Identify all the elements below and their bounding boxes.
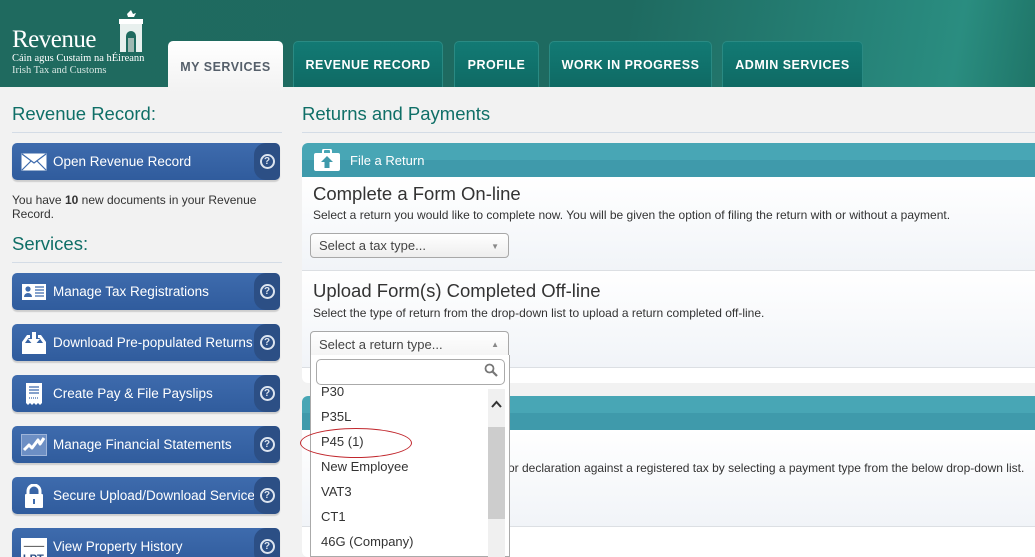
option-46g-company[interactable]: 46G (Company) xyxy=(321,534,413,549)
upload-offline-description: Select the type of return from the drop-… xyxy=(313,306,765,320)
button-label: Download Pre-populated Returns xyxy=(53,335,253,350)
tab-label: MY SERVICES xyxy=(180,60,271,74)
page-title: Returns and Payments xyxy=(302,103,491,124)
tax-type-select[interactable]: Select a tax type... ▼ xyxy=(310,233,509,258)
tab-revenue-record[interactable]: REVENUE RECORD xyxy=(293,41,443,87)
divider xyxy=(12,132,282,133)
divider xyxy=(302,132,1035,133)
question-icon: ? xyxy=(259,488,275,503)
id-card-icon xyxy=(21,281,47,303)
option-p30[interactable]: P30 xyxy=(321,385,344,399)
secure-upload-download-button[interactable]: Secure Upload/Download Service ? xyxy=(12,477,280,514)
button-label: Manage Financial Statements xyxy=(53,437,232,452)
complete-online-description: Select a return you would like to comple… xyxy=(313,208,951,222)
caret-up-icon: ▲ xyxy=(491,340,499,349)
dropdown-search-input[interactable] xyxy=(316,359,505,385)
tab-label: WORK IN PROGRESS xyxy=(561,57,700,72)
tab-label: PROFILE xyxy=(467,57,526,72)
documents-count: 10 xyxy=(64,193,79,207)
manage-tax-registrations-button[interactable]: Manage Tax Registrations ? xyxy=(12,273,280,310)
create-pay-file-payslips-button[interactable]: Create Pay & File Payslips ? xyxy=(12,375,280,412)
button-label: Manage Tax Registrations xyxy=(53,284,209,299)
button-label: Secure Upload/Download Service xyxy=(53,488,255,503)
chevron-up-icon[interactable] xyxy=(491,399,502,410)
briefcase-upload-icon xyxy=(314,148,340,171)
option-p35l[interactable]: P35L xyxy=(321,409,351,424)
button-label: View Property History xyxy=(53,539,183,554)
question-icon: ? xyxy=(259,386,275,401)
caret-down-icon: ▼ xyxy=(491,242,499,251)
brand-irish-subtitle: Cáin agus Custaim na hÉireann xyxy=(12,53,145,64)
tab-my-services[interactable]: MY SERVICES xyxy=(168,41,283,93)
tab-label: REVENUE RECORD xyxy=(305,57,431,72)
line-chart-icon xyxy=(21,433,47,456)
revenue-record-heading: Revenue Record: xyxy=(12,103,156,124)
p45-highlight-annotation xyxy=(300,428,412,458)
file-return-header[interactable]: File a Return xyxy=(302,143,1035,177)
question-icon: ? xyxy=(259,437,275,452)
svg-text:LPT: LPT xyxy=(23,553,44,557)
button-label: Create Pay & File Payslips xyxy=(53,386,213,401)
help-button[interactable]: ? xyxy=(254,324,280,361)
upload-offline-heading: Upload Form(s) Completed Off-line xyxy=(313,280,601,301)
new-documents-note: You have 10 new documents in your Revenu… xyxy=(12,193,277,221)
dropdown-scrollbar[interactable] xyxy=(488,389,505,557)
download-tray-icon xyxy=(21,331,47,354)
brand-english-subtitle: Irish Tax and Customs xyxy=(12,65,107,76)
manage-financial-statements-button[interactable]: Manage Financial Statements ? xyxy=(12,426,280,463)
envelope-icon xyxy=(21,151,47,173)
search-icon xyxy=(484,363,498,377)
tab-profile[interactable]: PROFILE xyxy=(454,41,539,87)
divider xyxy=(12,262,282,263)
tab-label: ADMIN SERVICES xyxy=(735,57,850,72)
question-icon: ? xyxy=(259,154,275,169)
brand-name: Revenue xyxy=(12,26,96,53)
lpt-logo-icon: LPT xyxy=(21,528,47,557)
help-button[interactable]: ? xyxy=(254,528,280,557)
option-ct1[interactable]: CT1 xyxy=(321,509,346,524)
help-button[interactable]: ? xyxy=(254,375,280,412)
question-icon: ? xyxy=(259,284,275,299)
select-placeholder: Select a return type... xyxy=(319,336,443,352)
payments-description: or declaration against a registered tax … xyxy=(508,461,1025,475)
site-header: Revenue Cáin agus Custaim na hÉireann Ir… xyxy=(0,0,1035,93)
help-button[interactable]: ? xyxy=(254,143,280,180)
download-prepopulated-returns-button[interactable]: Download Pre-populated Returns ? xyxy=(12,324,280,361)
question-icon: ? xyxy=(259,335,275,350)
complete-online-heading: Complete a Form On-line xyxy=(313,183,521,204)
dropdown-options: P30 P35L P45 (1) New Employee VAT3 CT1 4… xyxy=(311,385,489,557)
option-vat3[interactable]: VAT3 xyxy=(321,484,352,499)
button-label: Open Revenue Record xyxy=(53,154,192,169)
open-revenue-record-button[interactable]: Open Revenue Record ? xyxy=(12,143,280,180)
services-heading: Services: xyxy=(12,233,89,254)
question-icon: ? xyxy=(259,539,275,554)
tab-work-in-progress[interactable]: WORK IN PROGRESS xyxy=(549,41,712,87)
scrollbar-thumb[interactable] xyxy=(488,427,505,519)
tab-admin-services[interactable]: ADMIN SERVICES xyxy=(722,41,863,87)
select-placeholder: Select a tax type... xyxy=(319,238,426,253)
padlock-icon xyxy=(21,483,47,508)
panel-title: File a Return xyxy=(350,152,425,168)
help-button[interactable]: ? xyxy=(254,477,280,514)
help-button[interactable]: ? xyxy=(254,426,280,463)
return-type-select[interactable]: Select a return type... ▲ xyxy=(310,331,509,356)
note-text: You have xyxy=(12,193,65,207)
view-property-history-button[interactable]: LPT View Property History ? xyxy=(12,528,280,557)
option-new-employee[interactable]: New Employee xyxy=(321,459,408,474)
arch-emblem-icon xyxy=(119,10,143,52)
receipt-icon xyxy=(21,382,47,405)
help-button[interactable]: ? xyxy=(254,273,280,310)
